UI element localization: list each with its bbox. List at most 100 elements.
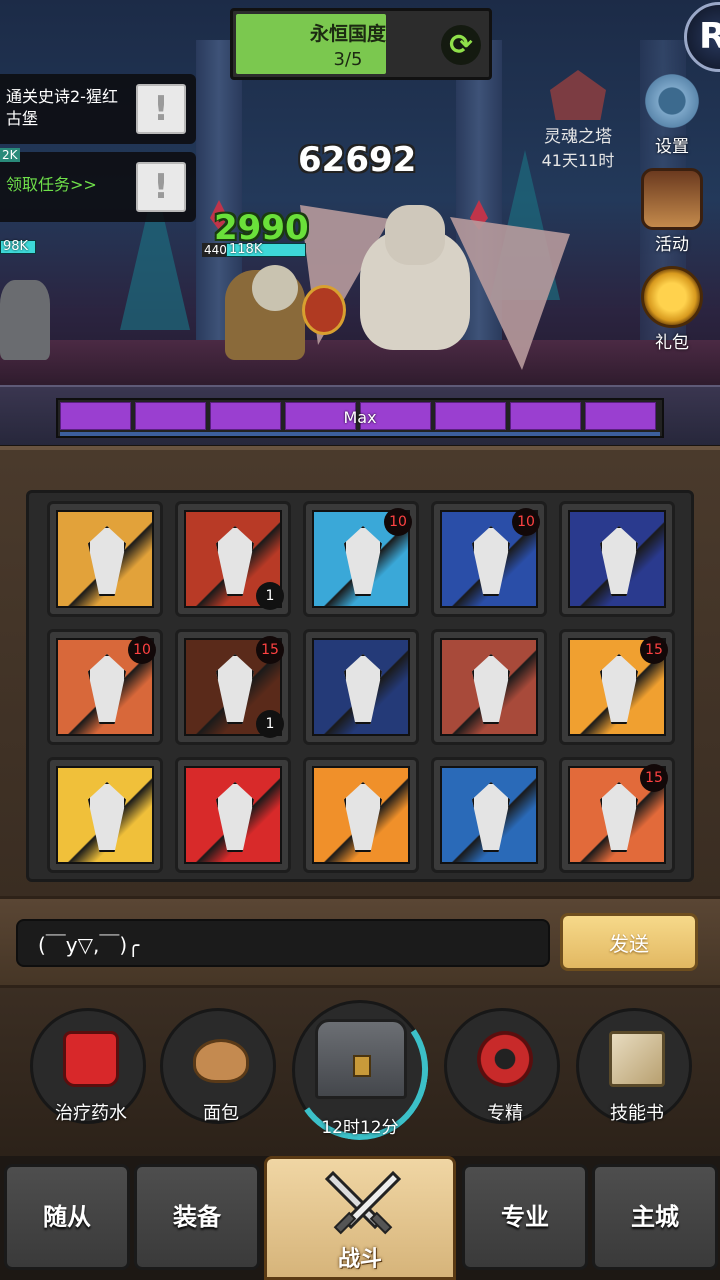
- skill-level-badge: 10: [512, 508, 540, 536]
- bread-label: 面包: [203, 1103, 239, 1124]
- skill-glyph: [88, 654, 126, 724]
- chest-lock-icon: [353, 1055, 371, 1077]
- bread-icon: [193, 1039, 249, 1083]
- settings-button[interactable]: 设置: [632, 70, 712, 157]
- skill-book-item[interactable]: 技能书: [576, 1008, 692, 1124]
- gift-button[interactable]: 礼包: [632, 266, 712, 353]
- skill-slot[interactable]: 10: [47, 629, 163, 745]
- event-button[interactable]: 活动: [632, 168, 712, 255]
- trident-claw-icon: [56, 766, 154, 864]
- ally-hp-bar: 98K: [0, 240, 36, 254]
- damage-number: 62692: [298, 140, 417, 180]
- alert-icon[interactable]: !: [136, 84, 186, 134]
- skill-slot[interactable]: [559, 501, 675, 617]
- demon-mask-icon: [184, 766, 282, 864]
- skill-level-badge: 15: [640, 636, 668, 664]
- skill-count-badge: 1: [256, 710, 284, 738]
- skill-glyph: [216, 782, 254, 852]
- skill-slot[interactable]: 15: [559, 629, 675, 745]
- potion-icon: [63, 1031, 119, 1087]
- skill-slot[interactable]: [47, 501, 163, 617]
- skill-glyph: [344, 782, 382, 852]
- castle-floor: [0, 340, 720, 390]
- skill-slot[interactable]: [431, 757, 547, 873]
- mastery-icon: [477, 1031, 533, 1087]
- skill-slot[interactable]: [175, 757, 291, 873]
- gear-icon: [641, 70, 703, 132]
- zone-progress-bar[interactable]: 永恒国度 3/5 ⟳: [230, 8, 492, 80]
- skill-slot[interactable]: [431, 629, 547, 745]
- event-board-icon: [641, 168, 703, 230]
- task-item-quest[interactable]: 通关史诗2-猩红古堡 !: [0, 74, 196, 144]
- task-text: 通关史诗2-猩红古堡: [6, 87, 118, 128]
- soul-tower-button[interactable]: 灵魂之塔 41天11时: [528, 70, 628, 170]
- skill-level-badge: 10: [128, 636, 156, 664]
- tab-battle-label: 战斗: [337, 1247, 382, 1272]
- potion-label: 治疗药水: [55, 1103, 127, 1124]
- serrated-sword-icon: [56, 510, 154, 608]
- treasure-chest-button[interactable]: 12时12分: [280, 989, 440, 1151]
- task-text: 领取任务>>: [6, 175, 97, 194]
- bread-item[interactable]: 面包: [160, 1008, 276, 1124]
- skill-slot[interactable]: 1: [175, 501, 291, 617]
- skill-glyph: [600, 654, 638, 724]
- ally-hp-small: 2K: [0, 148, 20, 162]
- skill-slot[interactable]: [303, 757, 419, 873]
- broad-blade-icon: [440, 638, 538, 736]
- corner-menu-icon[interactable]: R: [684, 2, 720, 72]
- skill-glyph: [216, 654, 254, 724]
- hammer-icon: [440, 766, 538, 864]
- chest-timer: 12时12分: [321, 1118, 399, 1138]
- hero-shield: [302, 285, 346, 335]
- chat-bar: 发送: [0, 896, 720, 988]
- greatsword-icon: [312, 638, 410, 736]
- tower-icon: [550, 70, 606, 120]
- tab-followers[interactable]: 随从: [4, 1164, 130, 1270]
- tower-timer: 41天11时: [541, 151, 615, 170]
- alert-icon[interactable]: !: [136, 162, 186, 212]
- tab-equipment[interactable]: 装备: [134, 1164, 260, 1270]
- skill-slot[interactable]: 15 1: [175, 629, 291, 745]
- skill-glyph: [600, 782, 638, 852]
- mastery-label: 专精: [487, 1103, 523, 1124]
- power-bar-sub: [60, 432, 660, 436]
- zone-progress-text: 3/5: [333, 49, 363, 70]
- skill-slot[interactable]: 15: [559, 757, 675, 873]
- skill-glyph: [88, 782, 126, 852]
- potion-item[interactable]: 治疗药水: [30, 1008, 146, 1124]
- skill-slot[interactable]: 10: [431, 501, 547, 617]
- skill-book-icon: [609, 1031, 665, 1087]
- refresh-icon[interactable]: ⟳: [441, 25, 481, 65]
- skill-glyph: [600, 526, 638, 596]
- send-button[interactable]: 发送: [560, 913, 698, 971]
- settings-label: 设置: [655, 137, 689, 157]
- skill-glyph: [88, 526, 126, 596]
- tower-name: 灵魂之塔: [544, 127, 612, 147]
- event-label: 活动: [655, 235, 689, 255]
- tab-main-city[interactable]: 主城: [592, 1164, 718, 1270]
- gift-label: 礼包: [655, 333, 689, 353]
- skill-glyph: [344, 526, 382, 596]
- skill-level-badge: 15: [256, 636, 284, 664]
- hero-helmet: [252, 265, 298, 311]
- skill-glyph: [344, 654, 382, 724]
- skill-slot[interactable]: [303, 629, 419, 745]
- skill-glyph: [216, 526, 254, 596]
- bottom-nav: 随从 装备 战斗 专业 主城: [0, 1156, 720, 1280]
- skill-slot[interactable]: [47, 757, 163, 873]
- tab-profession[interactable]: 专业: [462, 1164, 588, 1270]
- gift-coin-icon: [641, 266, 703, 328]
- power-bar-label: Max: [343, 408, 377, 427]
- skill-slot[interactable]: 10: [303, 501, 419, 617]
- skill-level-badge: 10: [384, 508, 412, 536]
- mastery-item[interactable]: 专精: [444, 1008, 560, 1124]
- skill-glyph: [472, 526, 510, 596]
- battle-scene: 永恒国度 3/5 ⟳ R 通关史诗2-猩红古堡 ! 领取任务>> ! 2K 98…: [0, 0, 720, 445]
- tab-battle[interactable]: 战斗: [264, 1156, 456, 1280]
- skill-level-badge: 15: [640, 764, 668, 792]
- task-item-claim[interactable]: 领取任务>> !: [0, 152, 196, 222]
- chat-input[interactable]: [16, 919, 550, 967]
- crossed-swords-icon: [325, 1170, 401, 1235]
- skill-glyph: [472, 782, 510, 852]
- skill-glyph: [472, 654, 510, 724]
